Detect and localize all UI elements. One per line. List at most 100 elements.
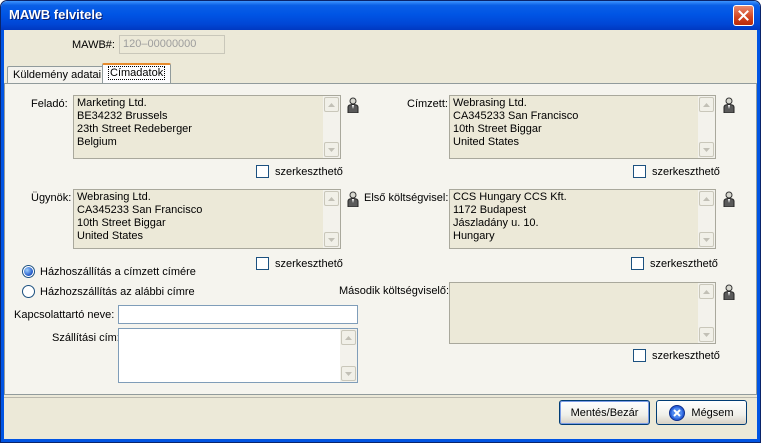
person-lookup-icon[interactable] — [723, 97, 735, 113]
second-cost-bearer-editable-label: szerkeszthető — [652, 349, 720, 362]
sender-address-box[interactable]: Marketing Ltd. BE34232 Brussels 23th Str… — [73, 95, 341, 159]
arrow-down-icon — [703, 332, 710, 337]
arrow-up-icon — [703, 289, 710, 294]
checkbox-box[interactable] — [633, 349, 646, 362]
checkbox-box[interactable] — [256, 165, 269, 178]
scroll-down-button[interactable] — [699, 142, 714, 157]
sender-address-line: BE34232 Brussels — [77, 110, 168, 122]
first-cost-bearer-address-line: CCS Hungary CCS Kft. — [453, 191, 567, 203]
recipient-editable-checkbox[interactable]: szerkeszthető — [633, 165, 720, 178]
scroll-up-button[interactable] — [699, 97, 714, 112]
scroll-up-button[interactable] — [324, 191, 339, 206]
agent-scrollbar[interactable] — [323, 190, 340, 248]
window-border-bottom — [1, 439, 760, 442]
second-cost-bearer-editable-checkbox[interactable]: szerkeszthető — [633, 349, 720, 362]
delivery-address-textarea[interactable] — [118, 328, 358, 383]
delivery-address-scrollbar[interactable] — [340, 329, 357, 382]
second-cost-bearer-label: Második költségviselő: — [339, 285, 450, 297]
arrow-up-icon — [328, 196, 335, 201]
scroll-up-button[interactable] — [699, 191, 714, 206]
agent-address-box[interactable]: Webrasing Ltd. CA345233 San Francisco 10… — [73, 189, 341, 249]
delivery-option-recipient[interactable]: Házhoszállítás a címzett címére — [22, 265, 196, 278]
scroll-down-button[interactable] — [324, 142, 339, 157]
first-cost-bearer-editable-label: szerkeszthető — [650, 257, 718, 270]
arrow-up-icon — [703, 102, 710, 107]
tab-address-data[interactable]: Címadatok — [102, 63, 172, 85]
mawb-number-field[interactable]: 120–00000000 — [119, 35, 225, 54]
sender-editable-label: szerkeszthető — [275, 165, 343, 178]
first-cost-bearer-editable-checkbox[interactable]: szerkeszthető — [631, 257, 718, 270]
scroll-up-button[interactable] — [699, 284, 714, 299]
save-close-label: Mentés/Bezár — [570, 406, 639, 419]
mawb-label: MAWB#: — [72, 39, 115, 51]
window-title: MAWB felvitele — [9, 7, 103, 22]
sender-editable-checkbox[interactable]: szerkeszthető — [256, 165, 343, 178]
delivery-option-below-label: Házhozszállítás az alábbi címre — [40, 285, 195, 298]
bottom-separator — [4, 397, 757, 398]
arrow-up-icon — [345, 335, 352, 340]
recipient-editable-label: szerkeszthető — [652, 165, 720, 178]
title-bar[interactable]: MAWB felvitele — [1, 1, 760, 30]
sender-address-line: Belgium — [77, 136, 117, 148]
arrow-down-icon — [328, 237, 335, 242]
recipient-address-box[interactable]: Webrasing Ltd. CA345233 San Francisco 10… — [449, 95, 716, 159]
close-button[interactable] — [733, 5, 754, 26]
scroll-down-button[interactable] — [699, 232, 714, 247]
recipient-address-line: Webrasing Ltd. — [453, 97, 527, 109]
recipient-scrollbar[interactable] — [698, 96, 715, 158]
radio-selected[interactable] — [22, 265, 35, 278]
person-lookup-icon[interactable] — [347, 97, 359, 113]
person-lookup-icon[interactable] — [723, 191, 735, 207]
sender-address-line: Marketing Ltd. — [77, 97, 147, 109]
sender-scrollbar[interactable] — [323, 96, 340, 158]
recipient-label: Címzett: — [407, 98, 448, 110]
arrow-down-icon — [703, 237, 710, 242]
sender-label: Feladó: — [31, 98, 68, 110]
first-cost-bearer-label: Első költségvisel: — [364, 192, 449, 204]
arrow-down-icon — [328, 147, 335, 152]
recipient-address-line: United States — [453, 136, 520, 148]
sender-address-line: 23th Street Redeberger — [77, 123, 192, 135]
checkbox-box[interactable] — [256, 257, 269, 270]
agent-address-line: Webrasing Ltd. — [77, 191, 151, 203]
agent-editable-checkbox[interactable]: szerkeszthető — [256, 257, 343, 270]
checkbox-box[interactable] — [633, 165, 646, 178]
agent-address-line: CA345233 San Francisco — [77, 204, 203, 216]
cancel-button[interactable]: Mégsem — [656, 400, 747, 425]
first-cost-bearer-address-box[interactable]: CCS Hungary CCS Kft. 1172 Budapest Jászl… — [449, 189, 716, 249]
radio-unselected[interactable] — [22, 285, 35, 298]
scroll-up-button[interactable] — [324, 97, 339, 112]
first-cost-bearer-address-line: Hungary — [453, 230, 495, 242]
arrow-up-icon — [328, 102, 335, 107]
scroll-down-button[interactable] — [699, 327, 714, 342]
scroll-down-button[interactable] — [341, 366, 356, 381]
delivery-option-below[interactable]: Házhozszállítás az alábbi címre — [22, 285, 195, 298]
second-cost-bearer-scrollbar[interactable] — [698, 283, 715, 343]
agent-address-line: United States — [77, 230, 144, 242]
delivery-address-label: Szállítási cím: — [52, 332, 120, 344]
person-lookup-icon[interactable] — [347, 191, 359, 207]
recipient-address-line: 10th Street Biggar — [453, 123, 542, 135]
scroll-down-button[interactable] — [324, 232, 339, 247]
recipient-address-line: CA345233 San Francisco — [453, 110, 579, 122]
first-cost-bearer-address-line: 1172 Budapest — [453, 204, 527, 216]
window-border-right — [757, 30, 760, 442]
cancel-label: Mégsem — [691, 406, 734, 419]
agent-editable-label: szerkeszthető — [275, 257, 343, 270]
arrow-down-icon — [703, 147, 710, 152]
cancel-icon — [669, 404, 686, 421]
second-cost-bearer-address-box[interactable] — [449, 282, 716, 344]
agent-label: Ügynök: — [31, 192, 72, 204]
save-close-button[interactable]: Mentés/Bezár — [559, 400, 650, 425]
arrow-down-icon — [345, 371, 352, 376]
person-lookup-icon[interactable] — [723, 284, 735, 300]
dialog-window: MAWB felvitele MAWB#: 120–00000000 Külde… — [0, 0, 761, 443]
scroll-up-button[interactable] — [341, 330, 356, 345]
delivery-option-recipient-label: Házhoszállítás a címzett címére — [40, 265, 196, 278]
tab-address-data-label: Címadatok — [108, 66, 166, 80]
contact-name-input[interactable] — [118, 305, 358, 324]
first-cost-bearer-scrollbar[interactable] — [698, 190, 715, 248]
checkbox-box[interactable] — [631, 257, 644, 270]
close-icon — [738, 10, 749, 21]
contact-name-label: Kapcsolattartó neve: — [14, 309, 115, 321]
